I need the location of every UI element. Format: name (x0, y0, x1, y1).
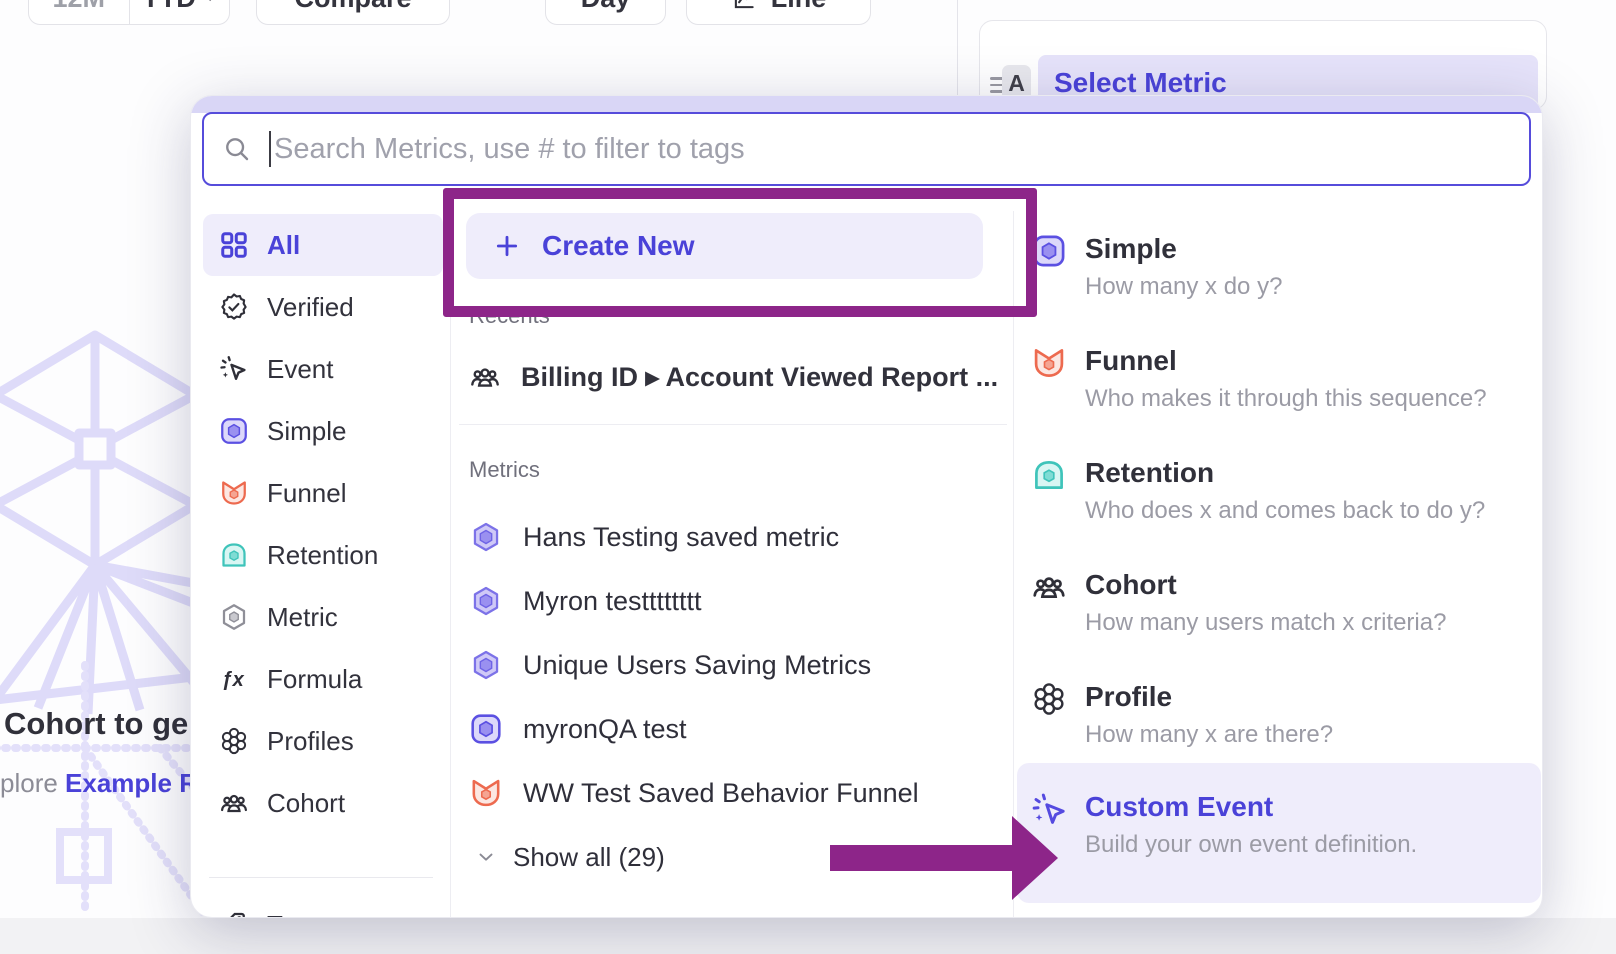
metric-list-column: Create New Recents Billing ID ▸ Account … (457, 211, 1013, 889)
custom-event-icon (1031, 791, 1069, 829)
date-range-segmented-control[interactable]: 12M YTD (28, 0, 230, 25)
search-icon (222, 134, 252, 164)
profiles-icon (219, 726, 249, 756)
metric-item[interactable]: Hans Testing saved metric (457, 505, 1013, 569)
granularity-day-button[interactable]: Day (545, 0, 666, 25)
sidebar-item-profiles[interactable]: Profiles (203, 710, 443, 772)
search-box[interactable] (202, 112, 1531, 186)
plus-icon (494, 233, 520, 259)
funnel-metric-icon (219, 478, 249, 508)
metric-type-simple[interactable]: Simple How many x do y? (1017, 219, 1541, 331)
column-divider (450, 211, 451, 917)
metric-type-retention[interactable]: Retention Who does x and comes back to d… (1017, 443, 1541, 555)
sidebar-item-cohort[interactable]: Cohort (203, 772, 443, 834)
sidebar-item-retention[interactable]: Retention (203, 524, 443, 586)
event-cursor-icon (219, 354, 249, 384)
metric-item[interactable]: Myron testttttttt (457, 569, 1013, 633)
range-12m-button[interactable]: 12M (29, 0, 130, 24)
metric-item[interactable]: myronQA test (457, 697, 1013, 761)
simple-metric-icon (219, 416, 249, 446)
cohort-icon (219, 788, 249, 818)
column-divider (1013, 211, 1014, 917)
text-caret (269, 131, 271, 167)
modal-top-band (191, 96, 1542, 113)
tag-icon (219, 910, 249, 918)
sidebar-item-verified[interactable]: Verified (203, 276, 443, 338)
cohort-people-icon (469, 361, 501, 393)
metric-hexagon-icon (469, 520, 503, 554)
chart-type-line-button[interactable]: Line (686, 0, 871, 25)
saved-metric-icon (219, 602, 249, 632)
verified-badge-icon (219, 292, 249, 322)
compare-button[interactable]: Compare (256, 0, 450, 25)
show-all-toggle[interactable]: Show all (29) (457, 825, 1013, 889)
metric-type-funnel[interactable]: Funnel Who makes it through this sequenc… (1017, 331, 1541, 443)
range-ytd-button[interactable]: YTD (130, 0, 230, 24)
sidebar-item-funnel[interactable]: Funnel (203, 462, 443, 524)
create-new-button[interactable]: Create New (466, 213, 983, 279)
empty-state-explore-text: plore Example R (0, 768, 192, 799)
metric-item[interactable]: Unique Users Saving Metrics (457, 633, 1013, 697)
retention-metric-icon (219, 540, 249, 570)
sidebar-item-formula[interactable]: ƒx Formula (203, 648, 443, 710)
recent-item[interactable]: Billing ID ▸ Account Viewed Report ... (457, 345, 1013, 409)
cohort-icon (1031, 569, 1067, 605)
list-divider (459, 424, 1007, 425)
metric-type-column: Simple How many x do y? Funnel Who makes… (1017, 211, 1541, 903)
search-input[interactable] (274, 133, 1511, 166)
svg-text:ƒx: ƒx (222, 669, 245, 691)
metrics-list: Hans Testing saved metric Myron testtttt… (457, 505, 1013, 889)
line-chart-icon (731, 0, 757, 12)
chevron-down-icon (475, 846, 497, 868)
funnel-metric-icon (1031, 345, 1067, 381)
example-reports-link[interactable]: Example R (65, 768, 192, 798)
metric-hexagon-icon (469, 584, 503, 618)
sidebar-item-all[interactable]: All (203, 214, 443, 276)
grid-icon (219, 230, 249, 260)
metric-type-custom-event[interactable]: Custom Event Build your own event defini… (1017, 763, 1541, 903)
sidebar-divider (209, 877, 433, 878)
sidebar-item-event[interactable]: Event (203, 338, 443, 400)
retention-metric-icon (1031, 457, 1067, 493)
metric-picker-modal: All Verified Event (190, 95, 1543, 918)
explore-text-fragment: plore (0, 768, 65, 798)
metric-item[interactable]: WW Test Saved Behavior Funnel (457, 761, 1013, 825)
sidebar-item-tags[interactable]: Tags (203, 894, 443, 918)
funnel-metric-icon (469, 776, 503, 810)
sidebar-item-metric[interactable]: Metric (203, 586, 443, 648)
simple-metric-icon (1031, 233, 1067, 269)
page-bottom-strip (0, 918, 1616, 954)
sidebar-item-simple[interactable]: Simple (203, 400, 443, 462)
app-root: Cohort to ge plore Example R 12M YTD Com… (0, 0, 1616, 954)
profiles-icon (1031, 681, 1067, 717)
chevron-down-icon (204, 0, 217, 3)
metric-hexagon-icon (469, 648, 503, 682)
empty-state-heading-fragment: Cohort to ge (4, 706, 192, 742)
simple-metric-icon (469, 712, 503, 746)
metric-type-cohort[interactable]: Cohort How many users match x criteria? (1017, 555, 1541, 667)
formula-icon: ƒx (219, 664, 249, 694)
recents-section-title: Recents (469, 303, 1013, 329)
filter-sidebar: All Verified Event (203, 214, 443, 918)
metrics-section-title: Metrics (469, 457, 1013, 483)
